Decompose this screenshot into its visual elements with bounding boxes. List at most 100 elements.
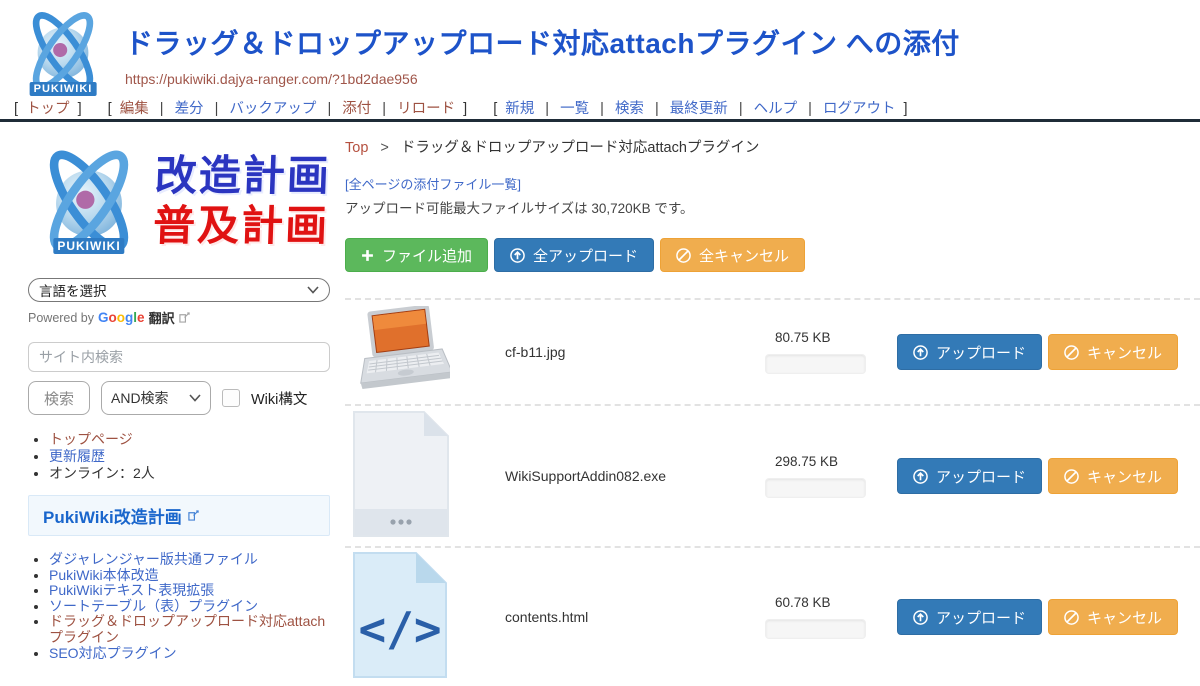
cancel-button[interactable]: キャンセル — [1048, 334, 1178, 370]
sidebar-link-text-ext[interactable]: PukiWikiテキスト表現拡張 — [49, 582, 214, 598]
translate-label: 翻訳 — [149, 308, 175, 327]
upload-button[interactable]: アップロード — [897, 458, 1042, 494]
separator: | — [739, 101, 743, 117]
breadcrumb-home-link[interactable]: Top — [345, 140, 368, 156]
cancel-icon — [1064, 469, 1079, 484]
separator: | — [327, 101, 331, 117]
upload-queue: cf-b11.jpg 80.75 KB アップロード — [345, 298, 1200, 686]
sidebar: PUKIWIKI 改造計画 普及計画 言語を選択 Powered by Goog… — [28, 138, 330, 661]
upload-all-button[interactable]: 全アップロード — [494, 238, 654, 272]
plus-icon — [361, 249, 374, 262]
file-name: cf-b11.jpg — [505, 344, 765, 360]
nav-link-recent[interactable]: 最終更新 — [670, 101, 728, 117]
external-link-icon — [188, 510, 199, 521]
nav-divider — [0, 119, 1200, 122]
cancel-icon — [1064, 610, 1079, 625]
external-link-icon — [179, 312, 190, 323]
bracket: [ — [493, 101, 497, 117]
nav-link-list[interactable]: 一覧 — [560, 101, 589, 117]
toolbar-nav: [ トップ ] [ 編集 | 差分 | バックアップ | 添付 | リロード ]… — [10, 97, 926, 118]
nav-link-logout[interactable]: ログアウト — [823, 101, 896, 117]
logo-label: PUKIWIKI — [53, 238, 124, 254]
separator: | — [600, 101, 604, 117]
list-item: ソートテーブル（表）プラグイン — [49, 599, 330, 615]
nav-link-search[interactable]: 検索 — [615, 101, 644, 117]
online-count: オンライン：2人 — [49, 465, 155, 481]
nav-link-attach[interactable]: 添付 — [342, 101, 371, 117]
file-row: WikiSupportAddin082.exe 298.75 KB アップロード — [345, 404, 1200, 546]
separator: | — [655, 101, 659, 117]
sidebar-link-history[interactable]: 更新履歴 — [49, 448, 105, 464]
html-file-icon: </> — [352, 551, 448, 679]
language-select-value: 言語を選択 — [39, 280, 107, 300]
list-item: トップページ — [49, 431, 330, 448]
bulk-action-row: ファイル追加 全アップロード 全キャンセル — [345, 238, 1200, 272]
cancel-icon — [676, 248, 691, 263]
file-size: 298.75 KB — [765, 454, 881, 469]
sidebar-link-toppage[interactable]: トップページ — [49, 431, 133, 447]
nav-link-edit[interactable]: 編集 — [120, 101, 149, 117]
cancel-all-button[interactable]: 全キャンセル — [660, 238, 805, 272]
separator: | — [382, 101, 386, 117]
file-size: 60.78 KB — [765, 595, 881, 610]
search-button[interactable]: 検索 — [28, 381, 90, 415]
add-files-button[interactable]: ファイル追加 — [345, 238, 488, 272]
upload-icon — [510, 248, 525, 263]
banner-kaizo-text: 改造計画 — [154, 151, 332, 201]
bracket: ] — [463, 101, 467, 117]
separator: | — [545, 101, 549, 117]
list-item: PukiWikiテキスト表現拡張 — [49, 583, 330, 599]
sidebar-link-common-files[interactable]: ダジャレンジャー版共通ファイル — [49, 551, 258, 567]
nav-link-reload[interactable]: リロード — [397, 101, 455, 117]
upload-icon — [913, 610, 928, 625]
page-title: ドラッグ＆ドロップアップロード対応attachプラグイン への添付 — [125, 22, 1185, 62]
sidebar-link-core-mod[interactable]: PukiWiki本体改造 — [49, 567, 159, 583]
nav-link-backup[interactable]: バックアップ — [229, 101, 316, 117]
nav-link-top[interactable]: トップ — [26, 101, 70, 117]
google-translate-attribution[interactable]: Powered by Google 翻訳 — [28, 308, 330, 327]
list-item: オンライン：2人 — [49, 465, 330, 482]
breadcrumb: Top > ドラッグ＆ドロップアップロード対応attachプラグイン — [345, 136, 1200, 157]
wiki-syntax-checkbox[interactable] — [222, 389, 240, 407]
main-content: Top > ドラッグ＆ドロップアップロード対応attachプラグイン [全ページ… — [345, 130, 1200, 686]
language-select[interactable]: 言語を選択 — [28, 278, 330, 302]
wiki-syntax-label: Wiki構文 — [251, 388, 307, 409]
sidebar-quick-links: トップページ 更新履歴 オンライン：2人 — [28, 431, 330, 482]
progress-bar — [765, 354, 866, 374]
breadcrumb-current: ドラッグ＆ドロップアップロード対応attachプラグイン — [401, 140, 760, 156]
nav-link-diff[interactable]: 差分 — [175, 101, 204, 117]
file-name: WikiSupportAddin082.exe — [505, 468, 765, 484]
progress-bar — [765, 478, 866, 498]
pukiwiki-logo-link[interactable]: PUKIWIKI — [16, 4, 110, 98]
upload-icon — [913, 469, 928, 484]
nav-link-new[interactable]: 新規 — [505, 101, 534, 117]
all-attachments-link[interactable]: [全ページの添付ファイル一覧] — [345, 174, 521, 193]
pukiwiki-kaizo-banner-link[interactable]: PukiWiki改造計画 — [28, 495, 330, 536]
separator: | — [215, 101, 219, 117]
sidebar-plugin-links: ダジャレンジャー版共通ファイル PukiWiki本体改造 PukiWikiテキス… — [28, 552, 330, 661]
sidebar-link-sort-table[interactable]: ソートテーブル（表）プラグイン — [49, 598, 258, 614]
chevron-down-icon — [307, 286, 319, 294]
nav-link-help[interactable]: ヘルプ — [754, 101, 798, 117]
sidebar-link-dnd-attach[interactable]: ドラッグ＆ドロップアップロード対応attachプラグイン — [49, 613, 325, 645]
sidebar-banner-link[interactable]: PUKIWIKI 改造計画 普及計画 — [28, 138, 330, 264]
upload-button[interactable]: アップロード — [897, 334, 1042, 370]
file-size: 80.75 KB — [765, 330, 881, 345]
cancel-icon — [1064, 345, 1079, 360]
google-logo: Google — [98, 310, 145, 325]
list-item: PukiWiki本体改造 — [49, 568, 330, 584]
page-url-link[interactable]: https://pukiwiki.dajya-ranger.com/?1bd2d… — [125, 71, 418, 87]
bracket: [ — [14, 101, 18, 117]
promo-label: PukiWiki改造計画 — [43, 503, 182, 528]
list-item: ダジャレンジャー版共通ファイル — [49, 552, 330, 568]
search-mode-select[interactable]: AND検索 — [101, 381, 211, 415]
file-name: contents.html — [505, 609, 765, 625]
list-item: 更新履歴 — [49, 448, 330, 465]
cancel-button[interactable]: キャンセル — [1048, 458, 1178, 494]
logo-label: PUKIWIKI — [30, 82, 97, 96]
sidebar-link-seo[interactable]: SEO対応プラグイン — [49, 645, 177, 661]
svg-text:</>: </> — [358, 602, 441, 656]
chevron-down-icon — [189, 394, 201, 402]
bracket: [ — [108, 101, 112, 117]
site-search-input[interactable] — [28, 342, 330, 372]
